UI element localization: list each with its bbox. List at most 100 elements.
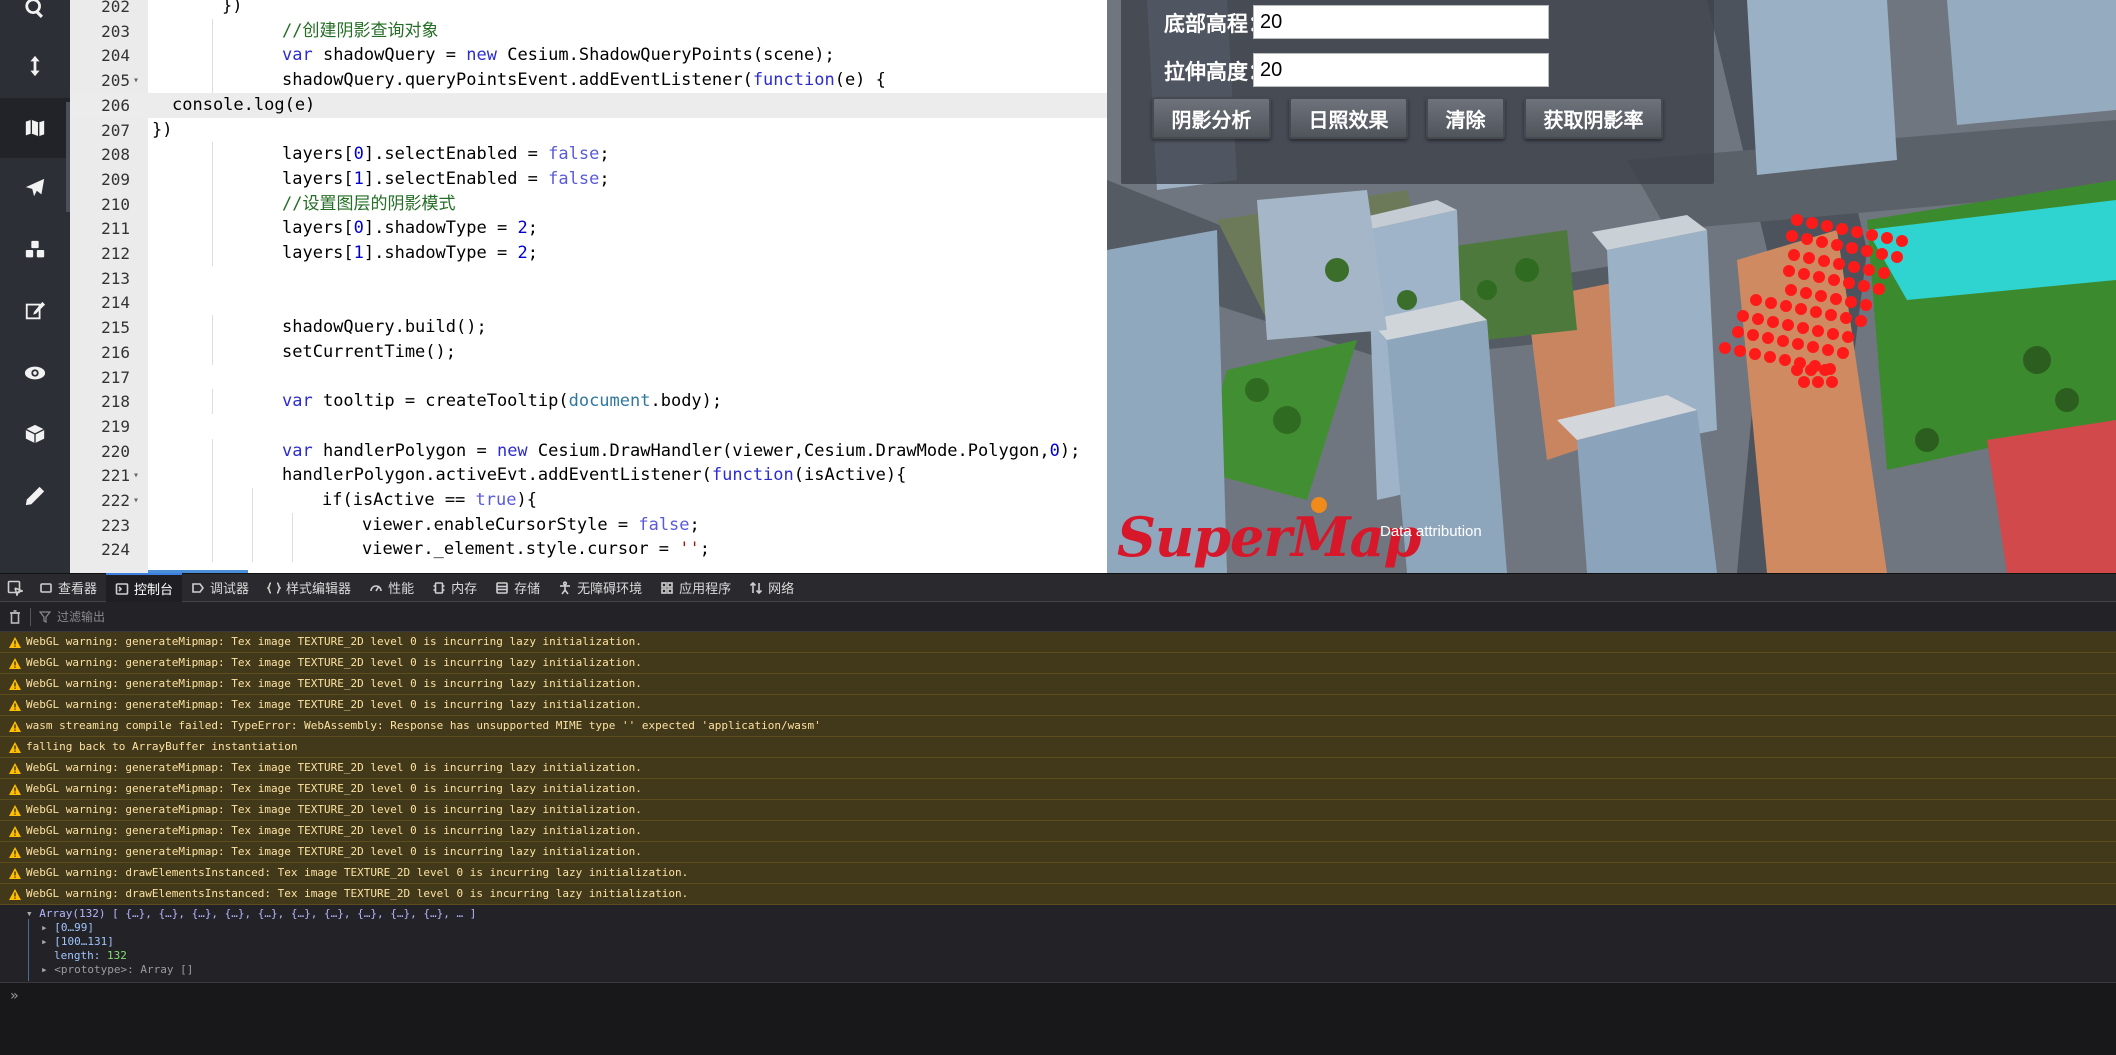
shadow-query-point	[1810, 306, 1822, 318]
fold-arrow-icon[interactable]: ▾	[133, 488, 139, 513]
cubes-icon[interactable]	[0, 220, 70, 280]
pencil-icon[interactable]	[0, 466, 70, 526]
code-line[interactable]: 207})	[70, 118, 1107, 143]
code-line[interactable]: 218 var tooltip = createTooltip(document.…	[70, 389, 1107, 415]
array-range-row[interactable]: ▸ [100…131]	[41, 935, 114, 949]
tab-application[interactable]: 应用程序	[651, 573, 740, 602]
tab-style-editor[interactable]: 样式编辑器	[258, 573, 360, 602]
code-line[interactable]: 211 layers[0].shadowType = 2;	[70, 216, 1107, 242]
code-editor[interactable]: 202}) 203 //创建阴影查询对象 204 var shadowQuery = n…	[70, 0, 1107, 573]
console-warning-row[interactable]: WebGL warning: generateMipmap: Tex image…	[0, 779, 2116, 800]
logged-array-object[interactable]: ▾ Array(132) [ {…}, {…}, {…}, {…}, {…}, …	[0, 905, 2116, 981]
console-warning-row[interactable]: WebGL warning: generateMipmap: Tex image…	[0, 632, 2116, 653]
expand-right-icon[interactable]: ▸	[41, 963, 54, 976]
array-header-row[interactable]: ▾ Array(132) [ {…}, {…}, {…}, {…}, {…}, …	[26, 907, 476, 921]
shadow-query-point	[1788, 249, 1800, 261]
line-number: 210	[101, 194, 130, 214]
shadow-query-point	[1825, 309, 1837, 321]
warning-text: WebGL warning: generateMipmap: Tex image…	[26, 677, 642, 690]
get-shadow-ratio-button[interactable]: 获取阴影率	[1524, 97, 1663, 139]
clear-button[interactable]: 清除	[1426, 97, 1505, 139]
shadow-query-point	[1858, 280, 1870, 292]
fold-arrow-icon[interactable]: ▾	[133, 68, 139, 93]
extrude-height-input[interactable]: 20	[1253, 53, 1549, 87]
console-warning-row[interactable]: WebGL warning: generateMipmap: Tex image…	[0, 758, 2116, 779]
expand-right-icon[interactable]: ▸	[41, 935, 54, 948]
code-line[interactable]: 206 console.log(e)	[70, 92, 1107, 118]
shadow-query-point	[1837, 347, 1849, 359]
search-icon[interactable]	[0, 0, 70, 38]
network-icon	[750, 581, 763, 594]
console-warning-row[interactable]: wasm streaming compile failed: TypeError…	[0, 716, 2116, 737]
clear-console-icon[interactable]	[0, 602, 30, 632]
code-line[interactable]: 205 ▾ shadowQuery.queryPointsEvent.addEven…	[70, 68, 1107, 94]
shadow-query-point	[1747, 329, 1759, 341]
tab-debugger[interactable]: 调试器	[182, 573, 258, 602]
code-line[interactable]: 222 ▾ if(isActive == true){	[70, 488, 1107, 513]
code-line[interactable]: 212 layers[1].shadowType = 2;	[70, 241, 1107, 266]
console-warning-row[interactable]: WebGL warning: generateMipmap: Tex image…	[0, 653, 2116, 674]
code-line[interactable]: 214	[70, 290, 1107, 315]
sunlight-effect-button[interactable]: 日照效果	[1289, 97, 1408, 139]
code-line[interactable]: 204 var shadowQuery = new Cesium.ShadowQu…	[70, 43, 1107, 69]
filter-output-input[interactable]: 过滤输出	[57, 608, 105, 625]
tab-accessibility[interactable]: 无障碍环境	[549, 573, 651, 602]
shadow-query-point	[1812, 325, 1824, 337]
console-warning-row[interactable]: falling back to ArrayBuffer instantiatio…	[0, 737, 2116, 758]
warning-icon	[9, 700, 21, 711]
element-picker-icon[interactable]	[0, 573, 30, 602]
console-warning-row[interactable]: WebGL warning: generateMipmap: Tex image…	[0, 695, 2116, 716]
indent-guide	[212, 241, 213, 266]
shadow-analysis-button[interactable]: 阴影分析	[1152, 97, 1271, 139]
fold-arrow-icon[interactable]: ▾	[133, 463, 139, 488]
tab-inspector[interactable]: 查看器	[30, 573, 106, 602]
tab-storage[interactable]: 存储	[486, 573, 549, 602]
vertical-arrows-icon[interactable]	[0, 36, 70, 96]
warning-icon	[9, 826, 21, 837]
bottom-elevation-input[interactable]: 20	[1253, 5, 1549, 39]
paper-plane-icon[interactable]	[0, 158, 70, 218]
map-viewer[interactable]: 底部高程： 20 拉伸高度： 20 阴影分析 日照效果 清除 获取阴影率 Sup…	[1107, 0, 2116, 573]
tab-console[interactable]: 控制台	[106, 573, 183, 602]
code-line[interactable]: 216 setCurrentTime();	[70, 339, 1107, 365]
code-line[interactable]: 223 viewer.enableCursorStyle = false;	[70, 512, 1107, 538]
code-line[interactable]: 221 ▾ handlerPolygon.activeEvt.addEventLis…	[70, 463, 1107, 489]
console-warning-row[interactable]: WebGL warning: generateMipmap: Tex image…	[0, 842, 2116, 863]
tab-network[interactable]: 网络	[740, 573, 803, 602]
array-length-row: length: 132	[54, 949, 127, 963]
shadow-query-point	[1785, 284, 1797, 296]
box-icon[interactable]	[0, 404, 70, 464]
console-warning-row[interactable]: WebGL warning: drawElementsInstanced: Te…	[0, 884, 2116, 905]
console-warning-row[interactable]: WebGL warning: generateMipmap: Tex image…	[0, 800, 2116, 821]
map-icon[interactable]	[0, 98, 70, 158]
data-attribution-link[interactable]: Data attribution	[1380, 523, 1482, 540]
console-warning-row[interactable]: WebGL warning: drawElementsInstanced: Te…	[0, 863, 2116, 884]
tab-label: 网络	[768, 582, 795, 597]
code-line[interactable]: 215 shadowQuery.build();	[70, 315, 1107, 341]
length-value: 132	[106, 949, 127, 962]
code-line[interactable]: 208 layers[0].selectEnabled = false;	[70, 142, 1107, 168]
console-input[interactable]: »	[0, 982, 2116, 1055]
code-line[interactable]: 209 layers[1].selectEnabled = false;	[70, 166, 1107, 192]
console-warning-row[interactable]: WebGL warning: generateMipmap: Tex image…	[0, 674, 2116, 695]
code-line[interactable]: 203 //创建阴影查询对象	[70, 18, 1107, 44]
supermap-logo: SuperMap	[1117, 505, 1421, 569]
code-line[interactable]: 217	[70, 365, 1107, 390]
tab-performance[interactable]: 性能	[360, 573, 423, 602]
code-line[interactable]: 202})	[70, 0, 1107, 19]
code-line[interactable]: 213	[70, 266, 1107, 291]
prototype-row[interactable]: ▸ <prototype>: Array []	[41, 963, 193, 977]
code-line[interactable]: 210 //设置图层的阴影模式	[70, 191, 1107, 217]
length-key: length:	[54, 949, 101, 962]
array-range-row[interactable]: ▸ [0…99]	[41, 921, 94, 935]
edit-icon[interactable]	[0, 281, 70, 341]
eye-icon[interactable]	[0, 343, 70, 403]
code-line[interactable]: 219	[70, 414, 1107, 439]
code-line[interactable]: 224 viewer._element.style.cursor = '';	[70, 537, 1107, 563]
console-warning-row[interactable]: WebGL warning: generateMipmap: Tex image…	[0, 821, 2116, 842]
expand-right-icon[interactable]: ▸	[41, 921, 54, 934]
code-line[interactable]: 220 var handlerPolygon = new Cesium.DrawH…	[70, 438, 1107, 464]
tab-label: 性能	[388, 582, 415, 597]
tab-memory[interactable]: 内存	[423, 573, 486, 602]
expand-down-icon[interactable]: ▾	[26, 907, 39, 920]
